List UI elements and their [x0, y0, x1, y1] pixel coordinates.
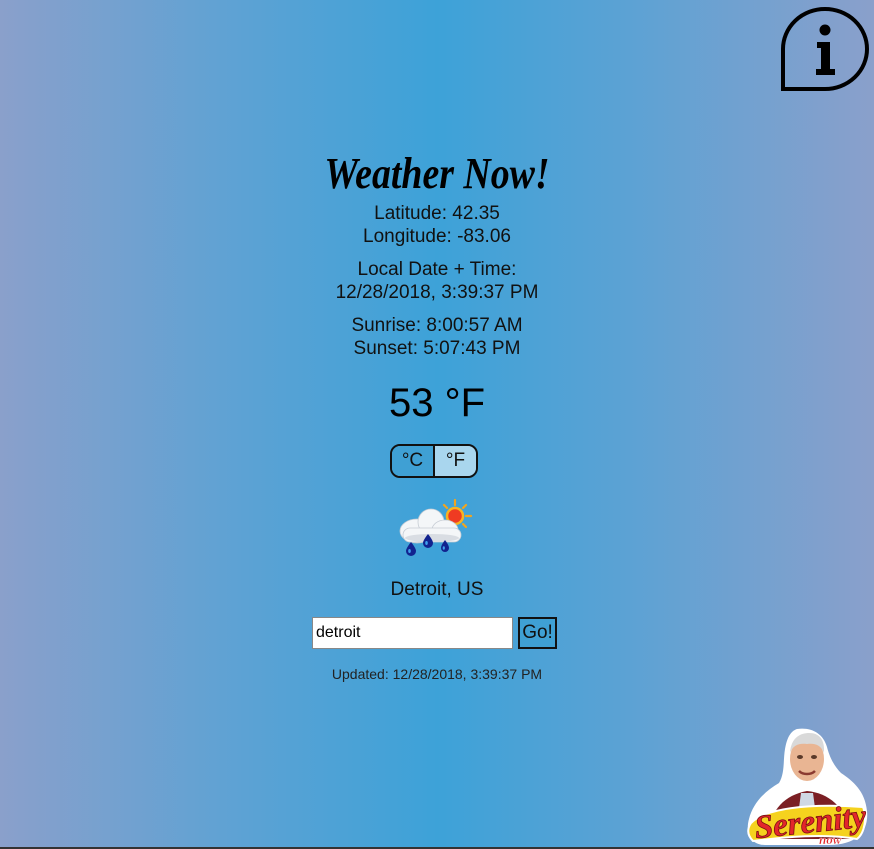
city-search-input[interactable]: [312, 617, 513, 649]
temperature-display: 53 °F: [388, 381, 486, 425]
celsius-button[interactable]: °C: [392, 446, 435, 476]
local-time-heading: Local Date + Time:: [357, 259, 517, 280]
sunrise-text: Sunrise: 8:00:57 AM: [351, 315, 523, 336]
page-title: Weather Now!: [324, 149, 550, 198]
rain-cloud-sun-icon: [395, 498, 475, 558]
latitude-text: Latitude: 42.35: [374, 203, 500, 224]
fahrenheit-button[interactable]: °F: [435, 446, 476, 476]
longitude-text: Longitude: -83.06: [363, 226, 511, 247]
updated-timestamp: Updated: 12/28/2018, 3:39:37 PM: [331, 666, 543, 682]
serenity-now-logo: Serenity now: [745, 727, 869, 847]
city-name: Detroit, US: [390, 579, 484, 600]
sunset-text: Sunset: 5:07:43 PM: [353, 338, 521, 359]
local-time-value: 12/28/2018, 3:39:37 PM: [335, 282, 539, 303]
info-button[interactable]: [781, 5, 871, 93]
info-icon: [781, 7, 869, 91]
unit-toggle: °C °F: [390, 444, 478, 478]
logo-subtext: now: [819, 832, 842, 847]
go-button[interactable]: Go!: [518, 617, 557, 649]
